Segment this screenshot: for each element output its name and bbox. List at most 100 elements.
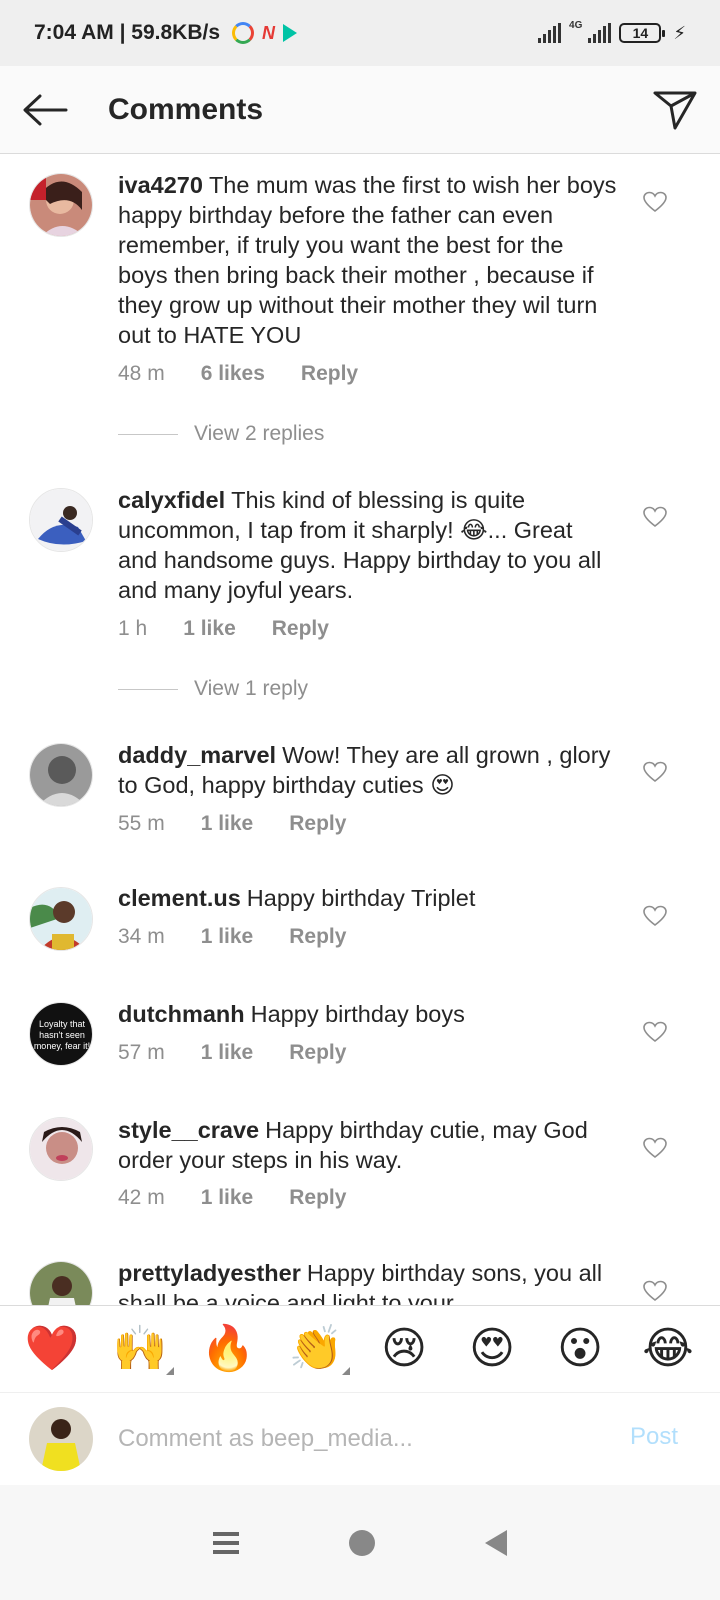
system-back-button[interactable] — [485, 1529, 507, 1556]
comment-text: iva4270 The mum was the first to wish her… — [118, 170, 618, 350]
status-left: 7:04 AM | 59.8KB/s N — [34, 21, 298, 45]
status-right: 4G 14 ⚡ — [538, 19, 686, 44]
comment-meta: 34 m 1 like Reply — [118, 925, 346, 949]
comment-text: dutchmanh Happy birthday boys — [118, 999, 618, 1029]
battery-icon: 14 — [619, 23, 666, 43]
reply-button[interactable]: Reply — [289, 1186, 346, 1210]
send-icon — [653, 91, 697, 129]
comment-meta: 42 m 1 like Reply — [118, 1186, 346, 1210]
avatar-text: Loyalty that hasn't seen money, fear it! — [33, 1019, 91, 1051]
status-bar: 7:04 AM | 59.8KB/s N 4G 14 ⚡ — [0, 0, 720, 66]
comment-input[interactable] — [118, 1419, 598, 1459]
comment-text: calyxfidel This kind of blessing is quite… — [118, 485, 618, 605]
comment-text: clement.us Happy birthday Triplet — [118, 883, 618, 913]
comment-likes[interactable]: 1 like — [183, 617, 236, 641]
comment-time: 48 m — [118, 362, 165, 385]
comment-meta: 55 m 1 like Reply — [118, 812, 346, 836]
post-button[interactable]: Post — [630, 1423, 678, 1451]
emoji-laughing[interactable]: 😂 — [638, 1327, 698, 1371]
status-time-speed: 7:04 AM | 59.8KB/s — [34, 21, 221, 44]
avatar[interactable] — [29, 1117, 93, 1181]
comment-username[interactable]: clement.us — [118, 885, 241, 911]
comment-meta: 1 h 1 like Reply — [118, 617, 329, 641]
reply-button[interactable]: Reply — [272, 617, 329, 641]
avatar[interactable] — [29, 173, 93, 237]
comment-time: 55 m — [118, 812, 165, 835]
like-heart-icon[interactable] — [643, 191, 667, 213]
cell-signal-icon — [588, 23, 612, 43]
comment-text: prettyladyesther Happy birthday sons, you… — [118, 1258, 618, 1305]
header: Comments — [0, 66, 720, 154]
divider-line — [118, 688, 178, 690]
avatar[interactable]: Loyalty that hasn't seen money, fear it! — [29, 1002, 93, 1066]
reply-button[interactable]: Reply — [289, 812, 346, 836]
avatar[interactable] — [29, 743, 93, 807]
page-title: Comments — [108, 92, 264, 126]
google-icon — [232, 22, 255, 44]
view-replies-button[interactable]: View 2 replies — [118, 422, 324, 446]
comment-content: Happy birthday boys — [250, 1001, 465, 1027]
comment-username[interactable]: iva4270 — [118, 172, 203, 198]
comment-input-row: Post — [0, 1393, 720, 1485]
play-store-icon — [283, 24, 298, 42]
comment-username[interactable]: prettyladyesther — [118, 1260, 301, 1286]
reply-button[interactable]: Reply — [289, 1041, 346, 1065]
avatar[interactable] — [29, 488, 93, 552]
back-arrow-icon — [23, 94, 68, 125]
skin-tone-indicator — [342, 1367, 350, 1375]
divider-line — [118, 433, 178, 435]
comment-text: style__crave Happy birthday cutie, may Go… — [118, 1115, 618, 1175]
view-replies-label: View 1 reply — [194, 677, 309, 700]
like-heart-icon[interactable] — [643, 1021, 667, 1043]
comment-time: 34 m — [118, 925, 165, 948]
comment-text: daddy_marvel Wow! They are all grown , gl… — [118, 740, 618, 800]
comment-likes[interactable]: 1 like — [201, 1041, 254, 1065]
direct-message-button[interactable] — [630, 66, 720, 154]
avatar[interactable] — [29, 887, 93, 951]
emoji-raised-hands-glyph: 🙌 — [112, 1323, 168, 1374]
emoji-bar: ❤️ 🙌 🔥 👏 😢 😍 😮 😂 — [0, 1305, 720, 1393]
comments-list[interactable]: iva4270 The mum was the first to wish her… — [0, 155, 720, 1305]
emoji-heart[interactable]: ❤️ — [22, 1327, 82, 1371]
comment-likes[interactable]: 1 like — [201, 925, 254, 949]
view-replies-button[interactable]: View 1 reply — [118, 677, 308, 701]
my-avatar — [29, 1407, 93, 1471]
comment-likes[interactable]: 1 like — [201, 1186, 254, 1210]
comment-username[interactable]: calyxfidel — [118, 487, 225, 513]
like-heart-icon[interactable] — [643, 506, 667, 528]
emoji-clapping[interactable]: 👏 — [286, 1327, 350, 1375]
emoji-raised-hands[interactable]: 🙌 — [110, 1327, 174, 1375]
emoji-surprised[interactable]: 😮 — [550, 1327, 610, 1371]
navigation-bar — [0, 1485, 720, 1600]
like-heart-icon[interactable] — [643, 905, 667, 927]
like-heart-icon[interactable] — [643, 761, 667, 783]
like-heart-icon[interactable] — [643, 1280, 667, 1302]
comment-username[interactable]: dutchmanh — [118, 1001, 245, 1027]
network-type: 4G — [569, 19, 583, 31]
skin-tone-indicator — [166, 1367, 174, 1375]
comment-username[interactable]: daddy_marvel — [118, 742, 276, 768]
comment-time: 57 m — [118, 1041, 165, 1064]
emoji-heart-eyes[interactable]: 😍 — [462, 1327, 522, 1371]
emoji-clapping-glyph: 👏 — [288, 1323, 344, 1374]
comment-content: Happy birthday Triplet — [246, 885, 476, 911]
comment-meta: 57 m 1 like Reply — [118, 1041, 346, 1065]
home-button[interactable] — [349, 1529, 375, 1556]
avatar[interactable] — [29, 1261, 93, 1305]
emoji-crying[interactable]: 😢 — [374, 1327, 434, 1371]
comment-content: The mum was the first to wish her boys h… — [118, 172, 617, 348]
charging-icon: ⚡ — [673, 22, 686, 43]
back-button[interactable] — [0, 66, 90, 154]
reply-button[interactable]: Reply — [301, 362, 358, 386]
comment-time: 1 h — [118, 617, 148, 640]
reply-button[interactable]: Reply — [289, 925, 346, 949]
recent-apps-button[interactable] — [213, 1531, 239, 1554]
comment-meta: 48 m 6 likes Reply — [118, 362, 358, 386]
emoji-fire[interactable]: 🔥 — [198, 1327, 258, 1371]
comment-likes[interactable]: 6 likes — [201, 362, 265, 386]
news-app-icon: N — [262, 22, 276, 43]
wifi-signal-icon — [538, 23, 562, 43]
comment-likes[interactable]: 1 like — [201, 812, 254, 836]
comment-username[interactable]: style__crave — [118, 1117, 259, 1143]
like-heart-icon[interactable] — [643, 1137, 667, 1159]
